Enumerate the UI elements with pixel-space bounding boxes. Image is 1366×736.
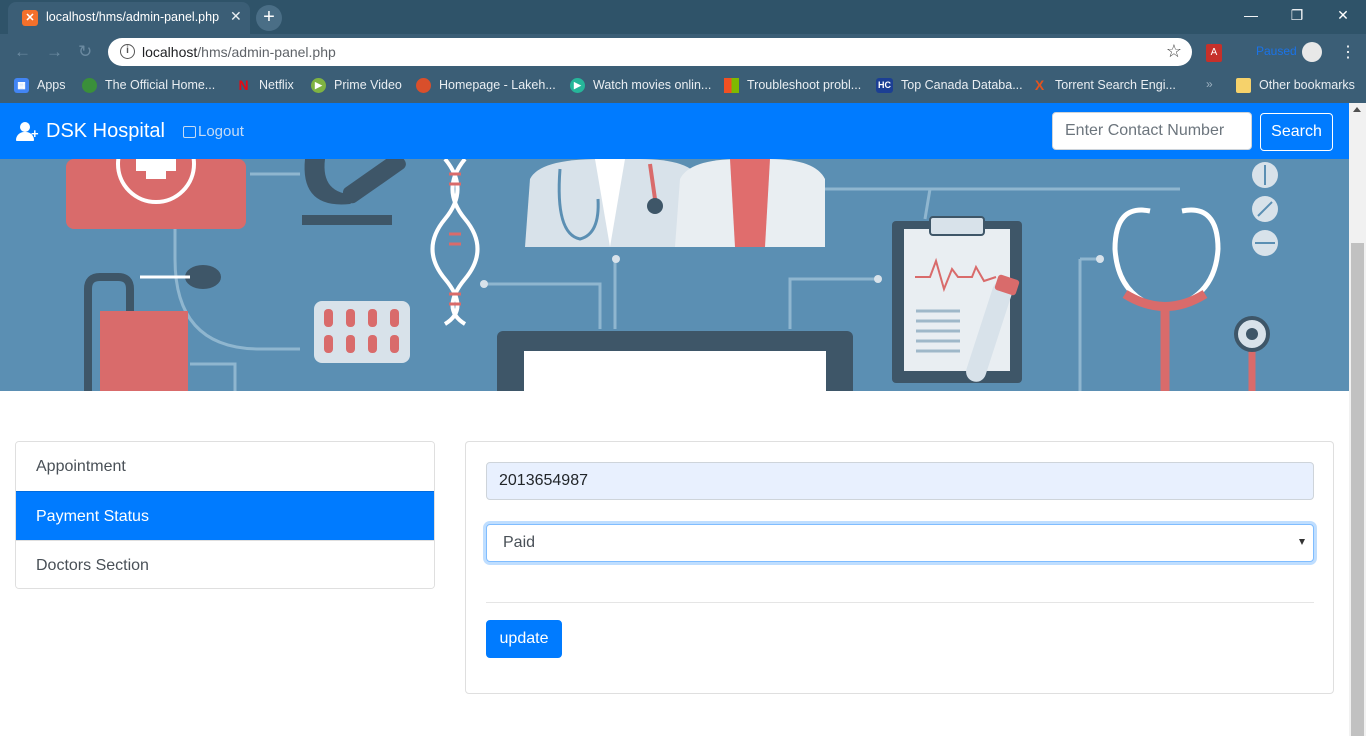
chevron-more-icon[interactable]: » [1206, 77, 1213, 91]
bookmark-label: Watch movies onlin... [593, 78, 712, 92]
profile-name[interactable]: Paused [1256, 44, 1297, 58]
info-icon[interactable]: i [120, 44, 135, 59]
bookmark-netflix[interactable]: N Netflix [236, 76, 294, 94]
folder-icon [1236, 77, 1251, 93]
url-text[interactable]: localhost/hms/admin-panel.php [142, 44, 336, 60]
clipboard-icon [892, 216, 1022, 383]
browser-tab[interactable]: ✕ localhost/hms/admin-panel.php ✕ [8, 2, 250, 34]
watch-movies-icon: ▶ [570, 77, 585, 93]
first-aid-kit-icon [66, 159, 246, 229]
reload-icon[interactable]: ↻ [78, 42, 92, 62]
bookmark-lakehead[interactable]: Homepage - Lakeh... [416, 76, 556, 94]
logout-label: Logout [198, 123, 244, 140]
pill-icons [1252, 162, 1278, 256]
contact-search-input[interactable] [1052, 112, 1252, 150]
doctors-illustration [525, 159, 825, 247]
sidebar-item-doctors-section[interactable]: Doctors Section [16, 540, 434, 588]
pill-pack-icon [314, 301, 410, 363]
payment-status-select[interactable]: Paid [486, 524, 1314, 562]
bookmark-label: Apps [37, 78, 66, 92]
lakehead-icon [416, 77, 431, 93]
microscope-icon [302, 159, 406, 225]
restore-icon[interactable]: ❐ [1274, 4, 1320, 30]
hero-banner [0, 159, 1349, 391]
bookmark-top-canada[interactable]: HC Top Canada Databa... [876, 76, 1023, 94]
scroll-up-icon[interactable] [1353, 107, 1361, 112]
address-bar[interactable]: i localhost/hms/admin-panel.php ☆ [108, 38, 1192, 66]
hc-icon: HC [876, 77, 893, 93]
bookmark-other[interactable]: Other bookmarks [1236, 76, 1355, 94]
bookmark-apps[interactable]: ▦ Apps [14, 76, 66, 94]
sidebar-item-payment-status[interactable]: Payment Status [16, 491, 434, 540]
back-arrow-icon[interactable]: ← [14, 42, 31, 62]
update-button[interactable]: update [486, 620, 562, 658]
forward-arrow-icon[interactable]: → [46, 42, 63, 62]
bookmark-label: Torrent Search Engi... [1055, 78, 1176, 92]
window-close-icon[interactable]: ✕ [1320, 4, 1366, 30]
new-tab-button[interactable]: + [256, 5, 282, 31]
browser-toolbar: ← → ↻ i localhost/hms/admin-panel.php ☆ … [0, 34, 1366, 70]
stethoscope-icon [1112, 207, 1270, 391]
bookmark-torrent[interactable]: X Torrent Search Engi... [1032, 76, 1176, 94]
bookmark-label: Prime Video [334, 78, 402, 92]
url-host: localhost [142, 44, 198, 60]
tab-strip: ✕ localhost/hms/admin-panel.php ✕ + — ❐ … [0, 0, 1366, 34]
selected-status: Paid [503, 534, 536, 551]
monitor-icon [497, 331, 853, 391]
bookmark-prime-video[interactable]: ▶ Prime Video [311, 76, 402, 94]
admin-sidebar: Appointment Payment Status Doctors Secti… [15, 441, 435, 589]
tab-close-icon[interactable]: ✕ [230, 8, 242, 25]
wheelchair-icon [84, 265, 221, 391]
browser-menu-icon[interactable]: ⋮ [1340, 42, 1356, 62]
user-plus-icon: + [16, 121, 40, 142]
bookmark-label: Homepage - Lakeh... [439, 78, 556, 92]
browser-chrome: ✕ localhost/hms/admin-panel.php ✕ + — ❐ … [0, 0, 1366, 103]
netflix-icon: N [238, 76, 249, 93]
brand-name: DSK Hospital [46, 120, 165, 142]
brand-link[interactable]: + DSK Hospital [16, 120, 165, 143]
official-home-icon [82, 77, 97, 93]
bookmark-label: Troubleshoot probl... [747, 78, 862, 92]
bookmark-label: Netflix [259, 78, 294, 92]
prime-video-icon: ▶ [311, 77, 326, 93]
minimize-icon[interactable]: — [1228, 4, 1274, 30]
apps-grid-icon: ▦ [14, 77, 29, 93]
bookmark-watch-movies[interactable]: ▶ Watch movies onlin... [570, 76, 711, 94]
bookmark-label: Other bookmarks [1259, 78, 1355, 92]
bookmark-troubleshoot[interactable]: Troubleshoot probl... [724, 76, 861, 94]
payment-status-card: 2013654987 Paid update [465, 441, 1334, 694]
torrent-icon: X [1034, 76, 1045, 93]
scroll-thumb[interactable] [1351, 243, 1364, 736]
profile-avatar[interactable] [1302, 42, 1322, 62]
microsoft-icon [724, 77, 739, 93]
site-navbar: + DSK Hospital Logout Search [0, 103, 1349, 159]
medical-illustration [66, 159, 1278, 391]
xampp-favicon-icon: ✕ [22, 10, 38, 26]
page-scrollbar[interactable] [1349, 103, 1366, 736]
sidebar-item-appointment[interactable]: Appointment [16, 442, 434, 491]
acrobat-extension-icon[interactable]: A [1206, 44, 1222, 62]
bookmark-label: Top Canada Databa... [901, 78, 1023, 92]
bookmark-official-home[interactable]: The Official Home... [82, 76, 215, 94]
url-path: /hms/admin-panel.php [197, 44, 336, 60]
contact-number-input[interactable]: 2013654987 [486, 462, 1314, 500]
logout-link[interactable]: Logout [183, 123, 244, 140]
dropdown-arrow-icon [1299, 539, 1305, 545]
search-button[interactable]: Search [1260, 113, 1333, 151]
tab-title: localhost/hms/admin-panel.php [46, 10, 220, 24]
bookmarks-bar: ▦ Apps The Official Home... N Netflix ▶ Pri… [0, 70, 1366, 100]
sign-out-icon [183, 125, 196, 138]
bookmark-label: The Official Home... [105, 78, 216, 92]
divider [486, 602, 1314, 603]
bookmark-star-icon[interactable]: ☆ [1166, 41, 1182, 62]
